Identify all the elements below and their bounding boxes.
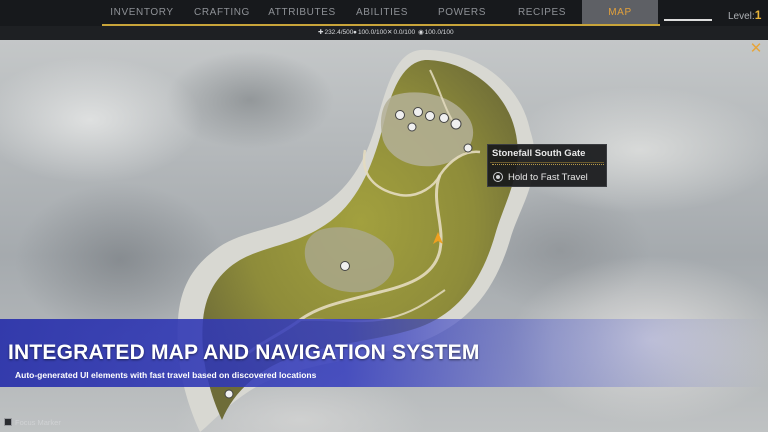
shield-icon: ◉ [418, 29, 424, 36]
location-marker-icon[interactable] [440, 114, 448, 122]
health-icon: ✚ [318, 29, 324, 36]
banner-subtitle: Auto-generated UI elements with fast tra… [15, 370, 317, 380]
tab-crafting[interactable]: CRAFTING [182, 0, 262, 24]
banner-title: INTEGRATED MAP AND NAVIGATION SYSTEM [8, 341, 480, 364]
stamina-icon: ● [353, 29, 357, 36]
location-marker-icon[interactable] [396, 111, 404, 119]
stat-weapon: ✕0.0/100 [387, 29, 416, 36]
stats-bar: ✚232.4/500 ●100.0/100 ✕0.0/100 ◉100.0/10… [0, 26, 768, 40]
location-marker-icon[interactable] [414, 108, 422, 116]
nav-tabs: INVENTORY CRAFTING ATTRIBUTES ABILITIES … [102, 0, 660, 26]
stat-stamina: ●100.0/100 [353, 29, 387, 36]
tooltip-divider [490, 162, 604, 163]
location-marker-icon[interactable] [464, 144, 472, 152]
tooltip-divider-dots [492, 164, 604, 167]
player-level: Level:1 [728, 8, 762, 22]
xp-progress-bar [664, 7, 714, 21]
close-icon[interactable]: ✕ [748, 41, 764, 57]
tab-abilities[interactable]: ABILITIES [342, 0, 422, 24]
focus-marker-label: Focus Marker [15, 418, 61, 427]
gamepad-button-icon [493, 172, 503, 182]
fast-travel-button[interactable]: Hold to Fast Travel [508, 172, 588, 183]
fast-travel-tooltip: Stonefall South Gate Hold to Fast Travel [487, 144, 607, 187]
tooltip-location-name: Stonefall South Gate [492, 148, 586, 159]
tab-attributes[interactable]: ATTRIBUTES [262, 0, 342, 24]
location-marker-icon[interactable] [451, 119, 461, 129]
location-marker-icon[interactable] [341, 262, 349, 270]
stat-shield: ◉100.0/100 [418, 29, 454, 36]
key-icon [4, 418, 12, 426]
tab-powers[interactable]: POWERS [422, 0, 502, 24]
tab-map[interactable]: MAP [582, 0, 658, 24]
player-position-icon [433, 232, 443, 244]
tab-recipes[interactable]: RECIPES [502, 0, 582, 24]
location-marker-icon[interactable] [426, 112, 434, 120]
tab-inventory[interactable]: INVENTORY [102, 0, 182, 24]
weapon-icon: ✕ [387, 29, 393, 36]
stat-health: ✚232.4/500 [318, 29, 354, 36]
